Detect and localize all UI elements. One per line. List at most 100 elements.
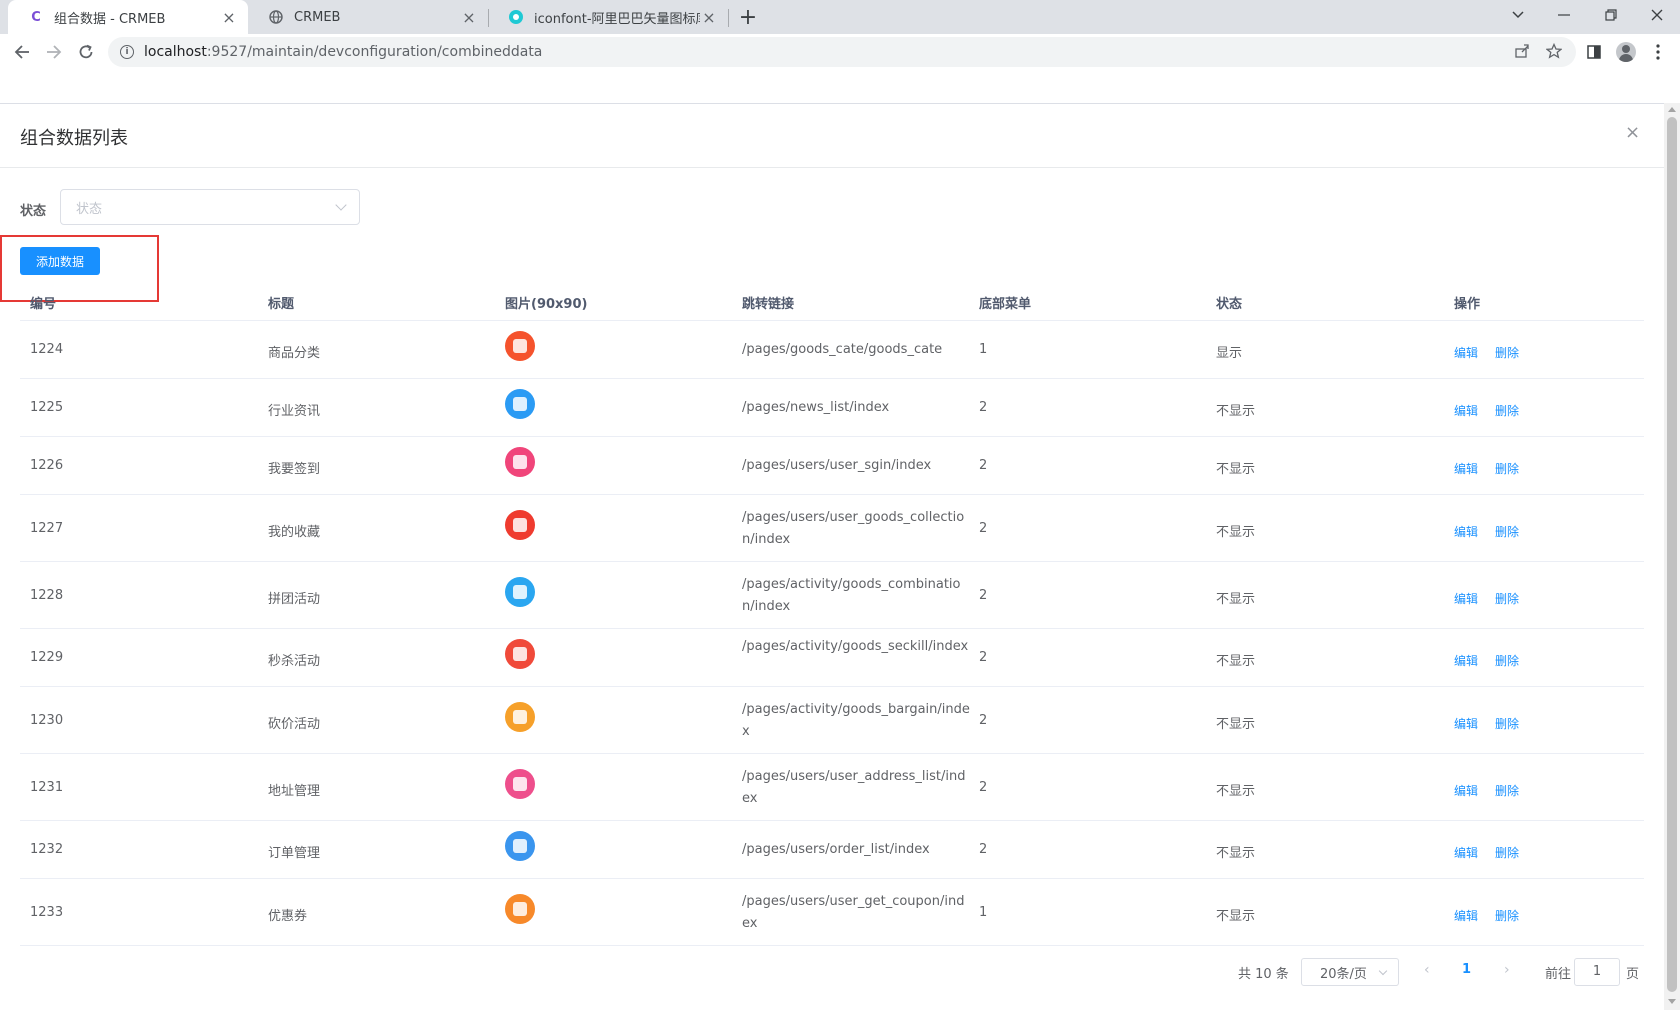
tab-search-chevron-icon[interactable] [1504,4,1532,26]
goto-label: 前往 [1545,966,1572,982]
page-number-current[interactable]: 1 [1462,962,1471,977]
row-image-thumbnail [505,331,535,361]
table-row: 1230 砍价活动/pages/activity/goods_bargain/in… [20,687,1644,754]
row-bottom-menu: 2 [979,650,988,665]
bookmark-star-icon[interactable] [1544,41,1564,61]
row-image-thumbnail [505,831,535,861]
row-title: 我要签到 [268,462,321,477]
tab-crmeb[interactable]: CRMEB × [248,0,488,34]
site-info-icon[interactable]: i [120,45,134,59]
edit-link[interactable]: 编辑 [1454,523,1478,540]
scroll-down-arrow-icon[interactable] [1668,999,1676,1004]
side-panel-icon[interactable] [1582,40,1606,64]
column-header-actions: 操作 [1454,297,1481,312]
share-icon[interactable] [1512,41,1532,61]
chevron-down-icon [335,199,347,211]
restore-icon[interactable] [1597,4,1625,26]
row-image-thumbnail [505,389,535,419]
table-row: 1225 行业资讯/pages/news_list/index 2 不显示 编辑 删除 [20,379,1644,437]
row-title: 商品分类 [268,346,321,361]
edit-link[interactable]: 编辑 [1454,460,1478,477]
row-id: 1232 [30,842,64,857]
row-status: 不显示 [1216,846,1256,861]
close-icon[interactable]: × [460,8,478,27]
page-background [0,70,1680,103]
minimize-icon[interactable] [1550,4,1578,26]
row-id: 1231 [30,779,64,795]
profile-avatar-icon[interactable] [1614,40,1638,64]
row-bottom-menu: 1 [979,342,988,357]
goto-page-input[interactable]: 1 [1574,958,1620,986]
edit-link[interactable]: 编辑 [1454,402,1478,419]
row-status: 不显示 [1216,591,1256,607]
row-id: 1224 [30,342,64,357]
delete-link[interactable]: 删除 [1495,344,1519,361]
row-bottom-menu: 2 [979,587,988,603]
add-data-button[interactable]: 添加数据 [20,247,100,275]
prev-page-icon[interactable]: ‹ [1424,962,1430,978]
edit-link[interactable]: 编辑 [1454,844,1478,861]
more-menu-icon[interactable] [1646,40,1670,64]
dialog-close-icon[interactable]: × [1625,122,1640,143]
page-scrollbar[interactable] [1664,103,1680,1010]
column-header-status: 状态 [1216,297,1243,312]
page-size-select[interactable]: 20条/页 [1301,958,1399,986]
back-arrow-icon[interactable] [10,40,34,64]
row-link: /pages/users/user_get_coupon/index [742,893,965,931]
forward-arrow-icon[interactable] [42,40,66,64]
row-image-thumbnail [505,576,535,607]
row-status: 不显示 [1216,908,1256,924]
crmeb-c-icon: C [31,9,41,25]
delete-link[interactable]: 删除 [1495,844,1519,861]
status-filter-select[interactable]: 状态 [60,189,360,225]
edit-link[interactable]: 编辑 [1454,715,1478,732]
row-title: 订单管理 [268,846,321,861]
column-header-bottom-menu: 底部菜单 [979,297,1032,312]
delete-link[interactable]: 删除 [1495,402,1519,419]
scroll-up-arrow-icon[interactable] [1668,107,1676,112]
row-bottom-menu: 2 [979,400,988,415]
delete-link[interactable]: 删除 [1495,782,1519,799]
row-link: /pages/activity/goods_bargain/index [742,701,970,739]
status-filter-placeholder: 状态 [76,201,103,217]
combined-data-dialog: 组合数据列表 × 状态 状态 添加数据 编号 标题 图片(90x90) 跳转链接… [0,103,1664,1010]
delete-link[interactable]: 删除 [1495,523,1519,540]
edit-link[interactable]: 编辑 [1454,590,1478,607]
row-status: 不显示 [1216,654,1256,669]
close-icon[interactable]: × [700,8,718,27]
scroll-thumb[interactable] [1667,117,1677,992]
page-suffix-label: 页 [1626,966,1640,982]
reload-icon[interactable] [74,40,98,64]
row-image-thumbnail [505,768,535,799]
delete-link[interactable]: 删除 [1495,460,1519,477]
delete-link[interactable]: 删除 [1495,652,1519,669]
edit-link[interactable]: 编辑 [1454,907,1478,924]
tab-combined-data[interactable]: C 组合数据 - CRMEB × [8,0,248,34]
row-image-thumbnail [505,893,535,924]
edit-link[interactable]: 编辑 [1454,782,1478,799]
row-link: /pages/news_list/index [742,400,890,415]
row-id: 1229 [30,650,64,665]
next-page-icon[interactable]: › [1504,962,1510,978]
table-header: 编号 标题 图片(90x90) 跳转链接 底部菜单 状态 操作 [20,276,1644,321]
new-tab-plus-icon[interactable]: + [736,5,760,30]
row-id: 1226 [30,458,64,473]
close-icon[interactable]: × [220,8,238,27]
edit-link[interactable]: 编辑 [1454,344,1478,361]
address-bar[interactable]: i localhost:9527/maintain/devconfigurati… [108,37,1576,67]
delete-link[interactable]: 删除 [1495,590,1519,607]
row-link: /pages/activity/goods_combination/index [742,576,961,614]
edit-link[interactable]: 编辑 [1454,652,1478,669]
row-status: 不显示 [1216,404,1256,419]
delete-link[interactable]: 删除 [1495,907,1519,924]
row-status: 显示 [1216,346,1243,361]
row-link: /pages/users/order_list/index [742,842,930,857]
url-text: localhost:9527/maintain/devconfiguration… [144,44,543,60]
row-id: 1227 [30,520,64,536]
browser-tab-bar: C 组合数据 - CRMEB × CRMEB × iconfont-阿里巴巴矢量… [0,0,1680,34]
delete-link[interactable]: 删除 [1495,715,1519,732]
window-close-icon[interactable] [1643,4,1671,26]
row-title: 拼团活动 [268,591,321,607]
browser-toolbar: i localhost:9527/maintain/devconfigurati… [0,34,1680,70]
tab-iconfont[interactable]: iconfont-阿里巴巴矢量图标库 × [488,0,728,34]
